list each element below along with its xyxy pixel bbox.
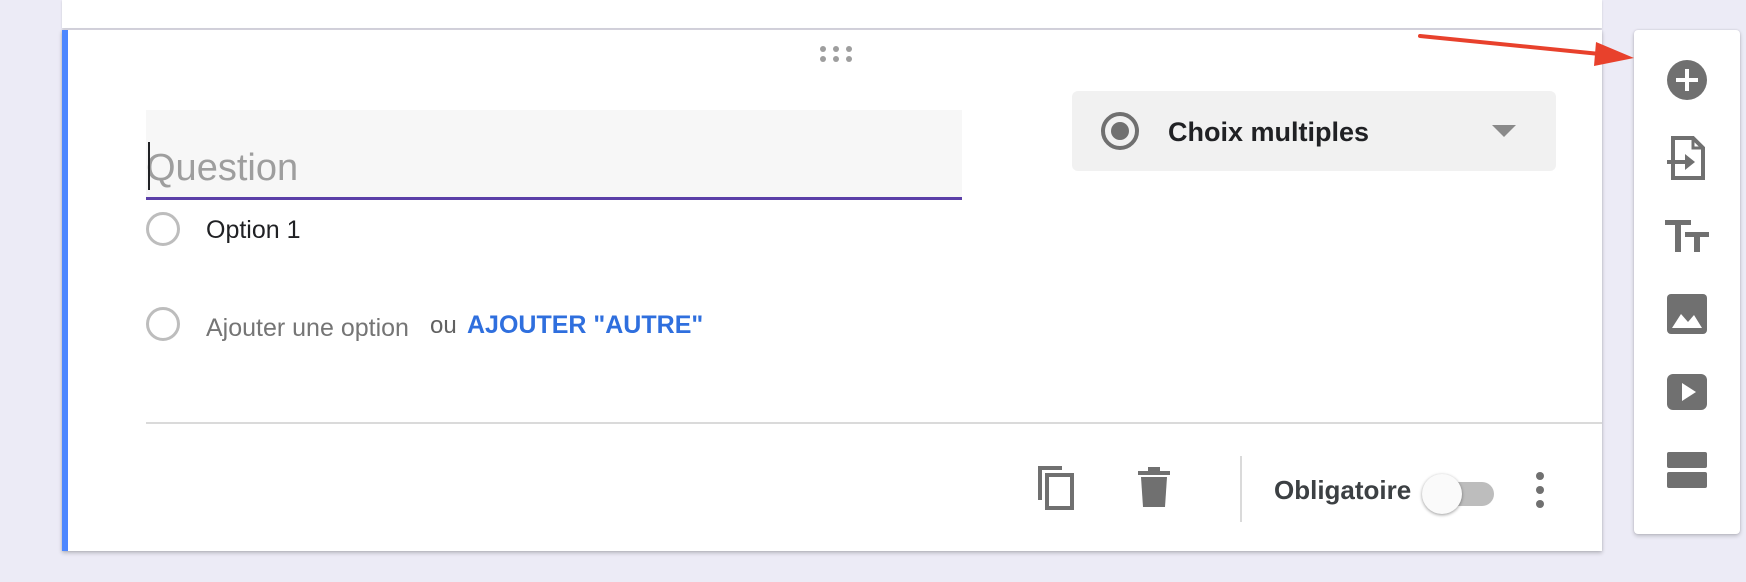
required-label: Obligatoire: [1274, 475, 1412, 505]
question-input[interactable]: [146, 110, 962, 196]
question-type-label: Choix multiples: [1168, 117, 1370, 147]
required-toggle[interactable]: [1422, 470, 1498, 514]
footer-vertical-divider: [1240, 456, 1242, 522]
question-type-dropdown[interactable]: Choix multiples: [1072, 91, 1556, 171]
question-field[interactable]: [146, 110, 962, 200]
question-card[interactable]: Choix multiples Option 1 Ajouter une opt…: [62, 30, 1602, 551]
or-separator: ou: [430, 312, 457, 339]
previous-card: [62, 0, 1602, 28]
option-1-label[interactable]: Option 1: [206, 216, 301, 245]
option-1-radio[interactable]: [146, 212, 180, 246]
more-vert-icon[interactable]: [1532, 470, 1548, 510]
footer-divider: [146, 422, 1602, 424]
title-text-icon[interactable]: [1663, 212, 1711, 260]
annotation-arrow-icon: [1418, 34, 1634, 66]
drag-handle-icon[interactable]: [817, 44, 855, 64]
toggle-thumb: [1422, 474, 1462, 514]
add-circle-icon[interactable]: [1663, 56, 1711, 104]
side-toolbar: [1634, 30, 1740, 534]
video-icon[interactable]: [1663, 368, 1711, 416]
add-other-button[interactable]: AJOUTER "AUTRE": [467, 311, 703, 340]
add-option-input[interactable]: Ajouter une option: [206, 314, 409, 343]
image-icon[interactable]: [1663, 290, 1711, 338]
radio-button-icon: [1101, 112, 1139, 150]
content-copy-icon[interactable]: [1034, 462, 1078, 512]
card-accent-bar: [62, 30, 68, 551]
text-caret: [148, 142, 150, 190]
import-question-icon[interactable]: [1663, 134, 1711, 182]
trash-icon[interactable]: [1134, 466, 1174, 508]
question-underline: [146, 197, 962, 200]
dropdown-arrow-icon: [1492, 125, 1516, 137]
section-icon[interactable]: [1663, 446, 1711, 494]
add-option-radio: [146, 307, 180, 341]
